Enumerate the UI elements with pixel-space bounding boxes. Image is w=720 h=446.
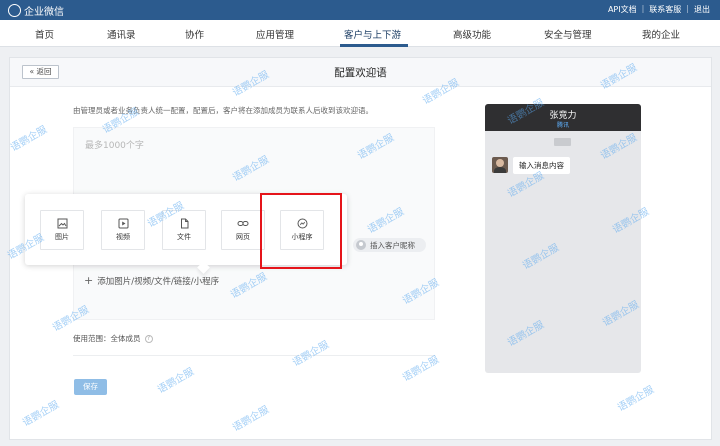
message-placeholder: 最多1000个字 <box>85 141 144 151</box>
add-attachment-label: 添加图片/视频/文件/链接/小程序 <box>97 276 220 287</box>
highlight-box <box>260 193 342 269</box>
contact-support-link[interactable]: 联系客服 <box>649 4 681 15</box>
video-icon <box>118 218 128 229</box>
wecom-logo-icon <box>8 4 21 17</box>
nav-item-advanced[interactable]: 高级功能 <box>453 27 491 41</box>
preview-message-bubble: 输入消息内容 <box>513 157 570 174</box>
insert-nickname-button[interactable]: 插入客户昵称 <box>353 238 426 252</box>
attach-video-button[interactable]: 视频 <box>101 210 145 250</box>
link-separator: | <box>641 4 645 13</box>
nav-item-contacts[interactable]: 通讯录 <box>107 27 136 41</box>
usage-scope: 使用范围：全体成员 ? <box>73 333 153 344</box>
preview-corp-name: 腾讯 <box>556 122 569 129</box>
add-attachment-button[interactable]: + 添加图片/视频/文件/链接/小程序 <box>84 274 219 287</box>
link-separator: | <box>686 4 689 13</box>
nav-item-app-management[interactable]: 应用管理 <box>256 27 294 41</box>
api-docs-link[interactable]: API文档 <box>608 4 637 15</box>
scope-label: 使用范围：全体成员 <box>73 334 141 343</box>
attach-link-label: 网页 <box>236 233 250 241</box>
welcome-message-card: 配置欢迎语 « 返回 由管理员或者业务负责人统一配置，配置后，客户将在添加成员为… <box>9 57 712 440</box>
attach-image-label: 图片 <box>55 233 69 241</box>
help-icon[interactable]: ? <box>144 334 153 343</box>
main-nav: 首页 通讯录 协作 应用管理 客户与上下游 高级功能 安全与管理 我的企业 <box>0 20 720 47</box>
preview-header: 张竞力 腾讯 <box>485 104 641 131</box>
nav-item-my-enterprise[interactable]: 我的企业 <box>642 27 680 41</box>
plus-icon: + <box>84 274 94 287</box>
card-header: 配置欢迎语 « 返回 <box>10 58 711 87</box>
person-icon <box>356 240 366 250</box>
insert-nickname-label: 插入客户昵称 <box>370 241 415 250</box>
back-button[interactable]: « 返回 <box>22 65 59 79</box>
top-links: API文档 | 联系客服 | 退出 <box>608 4 710 15</box>
attach-image-button[interactable]: 图片 <box>40 210 84 250</box>
file-icon <box>180 218 188 229</box>
nav-item-customers[interactable]: 客户与上下游 <box>344 27 401 41</box>
app-name: 企业微信 <box>24 7 64 18</box>
image-icon <box>57 218 67 229</box>
top-bar: 企业微信 API文档 | 联系客服 | 退出 <box>0 0 720 20</box>
page-title: 配置欢迎语 <box>334 67 387 79</box>
save-button[interactable]: 保存 <box>74 379 107 395</box>
attach-link-button[interactable]: 网页 <box>221 210 265 250</box>
nav-item-collaboration[interactable]: 协作 <box>185 27 204 41</box>
attach-file-label: 文件 <box>177 233 191 241</box>
app-logo[interactable]: 企业微信 <box>8 3 64 18</box>
phone-preview: 张竞力 腾讯 输入消息内容 <box>485 104 641 373</box>
attach-file-button[interactable]: 文件 <box>162 210 206 250</box>
preview-timestamp <box>554 138 571 146</box>
nav-item-security[interactable]: 安全与管理 <box>544 27 592 41</box>
nav-item-home[interactable]: 首页 <box>35 27 54 41</box>
avatar <box>492 157 508 173</box>
section-divider <box>73 355 435 356</box>
attach-video-label: 视频 <box>116 233 130 241</box>
logout-link[interactable]: 退出 <box>694 4 710 15</box>
active-tab-indicator <box>340 44 408 47</box>
link-icon <box>237 221 249 226</box>
welcome-description: 由管理员或者业务负责人统一配置，配置后，客户将在添加成员为联系人后收到该欢迎语。 <box>73 106 373 115</box>
